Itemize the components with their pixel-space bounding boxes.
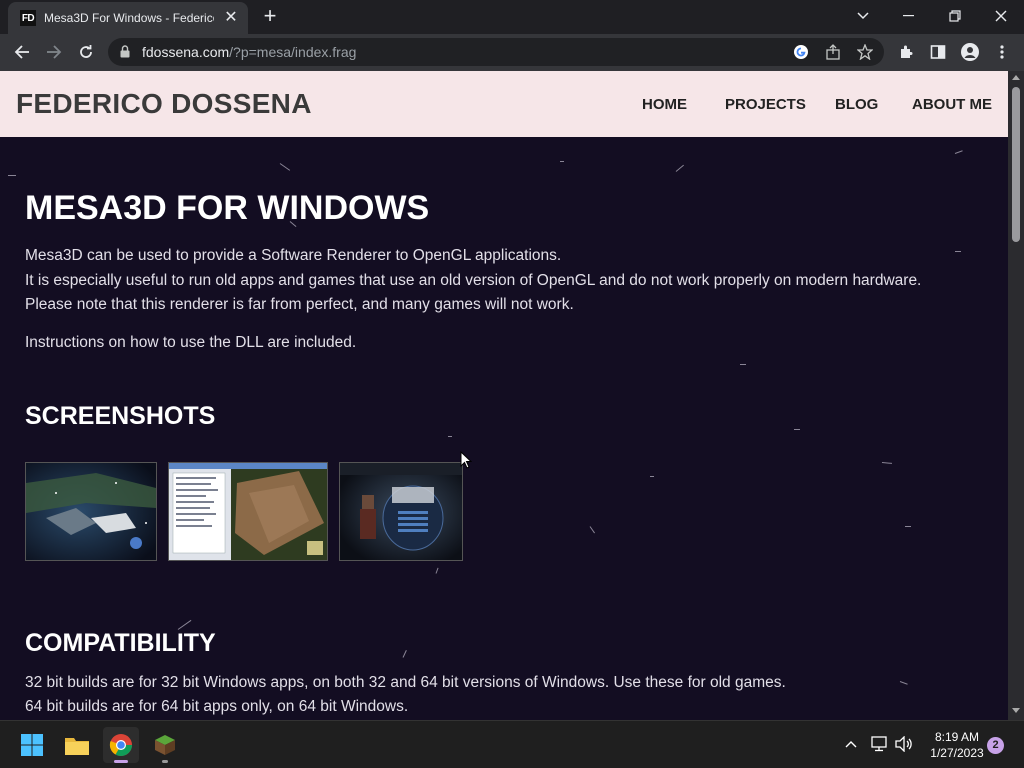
reload-button[interactable] [72,38,100,66]
lock-icon[interactable] [120,45,130,63]
site-header: FEDERICO DOSSENA HOME PROJECTS BLOG ABOU… [0,71,1008,137]
extensions-icon[interactable] [892,38,920,66]
compat-line-2: 64 bit builds are for 64 bit apps only, … [25,698,409,715]
screenshot-thumbnail-space[interactable] [25,462,157,561]
tab-strip: FD Mesa3D For Windows - Federico Dossena… [0,0,1024,34]
tab-title: Mesa3D For Windows - Federico Dossena [44,11,214,25]
screenshot-thumbnail-kotor[interactable] [339,462,463,561]
screenshot-thumbnail-texture[interactable] [168,462,328,561]
active-app-indicator [114,760,128,763]
nav-about-me[interactable]: ABOUT ME [912,96,992,113]
chrome-taskbar-icon[interactable] [103,727,139,763]
tab-close-icon[interactable]: ✕ [222,9,240,27]
minimize-button[interactable] [886,0,932,32]
mouse-cursor-icon [460,450,473,474]
close-window-button[interactable] [978,0,1024,32]
page-scrollbar[interactable] [1008,71,1024,720]
clock-date: 1/27/2023 [930,746,984,760]
side-panel-icon[interactable] [924,38,952,66]
site-logo[interactable]: FEDERICO DOSSENA [16,88,312,120]
share-icon[interactable] [822,42,844,62]
compatibility-heading: COMPATIBILITY [25,629,216,657]
new-tab-button[interactable]: + [258,5,282,29]
show-hidden-icons-icon[interactable] [845,735,857,751]
scroll-down-icon[interactable] [1012,708,1020,713]
compat-line-1: 32 bit builds are for 32 bit Windows app… [25,674,786,691]
taskbar-clock[interactable]: 8:19 AM 1/27/2023 [918,729,996,761]
web-page: FEDERICO DOSSENA HOME PROJECTS BLOG ABOU… [0,71,1008,720]
browser-tab[interactable]: FD Mesa3D For Windows - Federico Dossena… [8,2,248,34]
intro-line-1: Mesa3D can be used to provide a Software… [25,247,562,264]
nav-home[interactable]: HOME [642,96,687,113]
tab-search-icon[interactable] [840,0,886,32]
running-app-indicator [162,760,168,763]
google-lens-icon[interactable] [790,42,812,62]
clock-time: 8:19 AM [934,730,980,744]
back-button[interactable] [8,38,36,66]
forward-button[interactable] [40,38,68,66]
screenshots-heading: SCREENSHOTS [25,402,216,430]
browser-toolbar: fdossena.com/?p=mesa/index.frag [0,34,1024,71]
nav-blog[interactable]: BLOG [835,96,878,113]
menu-kebab-icon[interactable] [988,38,1016,66]
notification-badge[interactable]: 2 [987,737,1004,754]
profile-icon[interactable] [956,38,984,66]
start-button[interactable] [14,727,50,763]
scrollbar-thumb[interactable] [1012,87,1020,242]
minecraft-icon[interactable] [147,727,183,763]
page-title: MESA3D FOR WINDOWS [25,189,430,227]
address-bar[interactable]: fdossena.com/?p=mesa/index.frag [108,38,884,66]
windows-taskbar: 8:19 AM 1/27/2023 2 [0,720,1024,768]
favicon-icon: FD [20,10,36,26]
intro-line-2: It is especially useful to run old apps … [25,272,922,289]
network-icon[interactable] [871,736,889,755]
bookmark-star-icon[interactable] [854,42,876,62]
intro-line-3: Please note that this renderer is far fr… [25,296,574,313]
restore-button[interactable] [932,0,978,32]
file-explorer-icon[interactable] [59,727,95,763]
nav-projects[interactable]: PROJECTS [725,96,806,113]
scroll-up-icon[interactable] [1012,75,1020,80]
instructions-text: Instructions on how to use the DLL are i… [25,334,357,351]
url-text[interactable]: fdossena.com/?p=mesa/index.frag [142,44,356,60]
volume-icon[interactable] [895,735,913,755]
